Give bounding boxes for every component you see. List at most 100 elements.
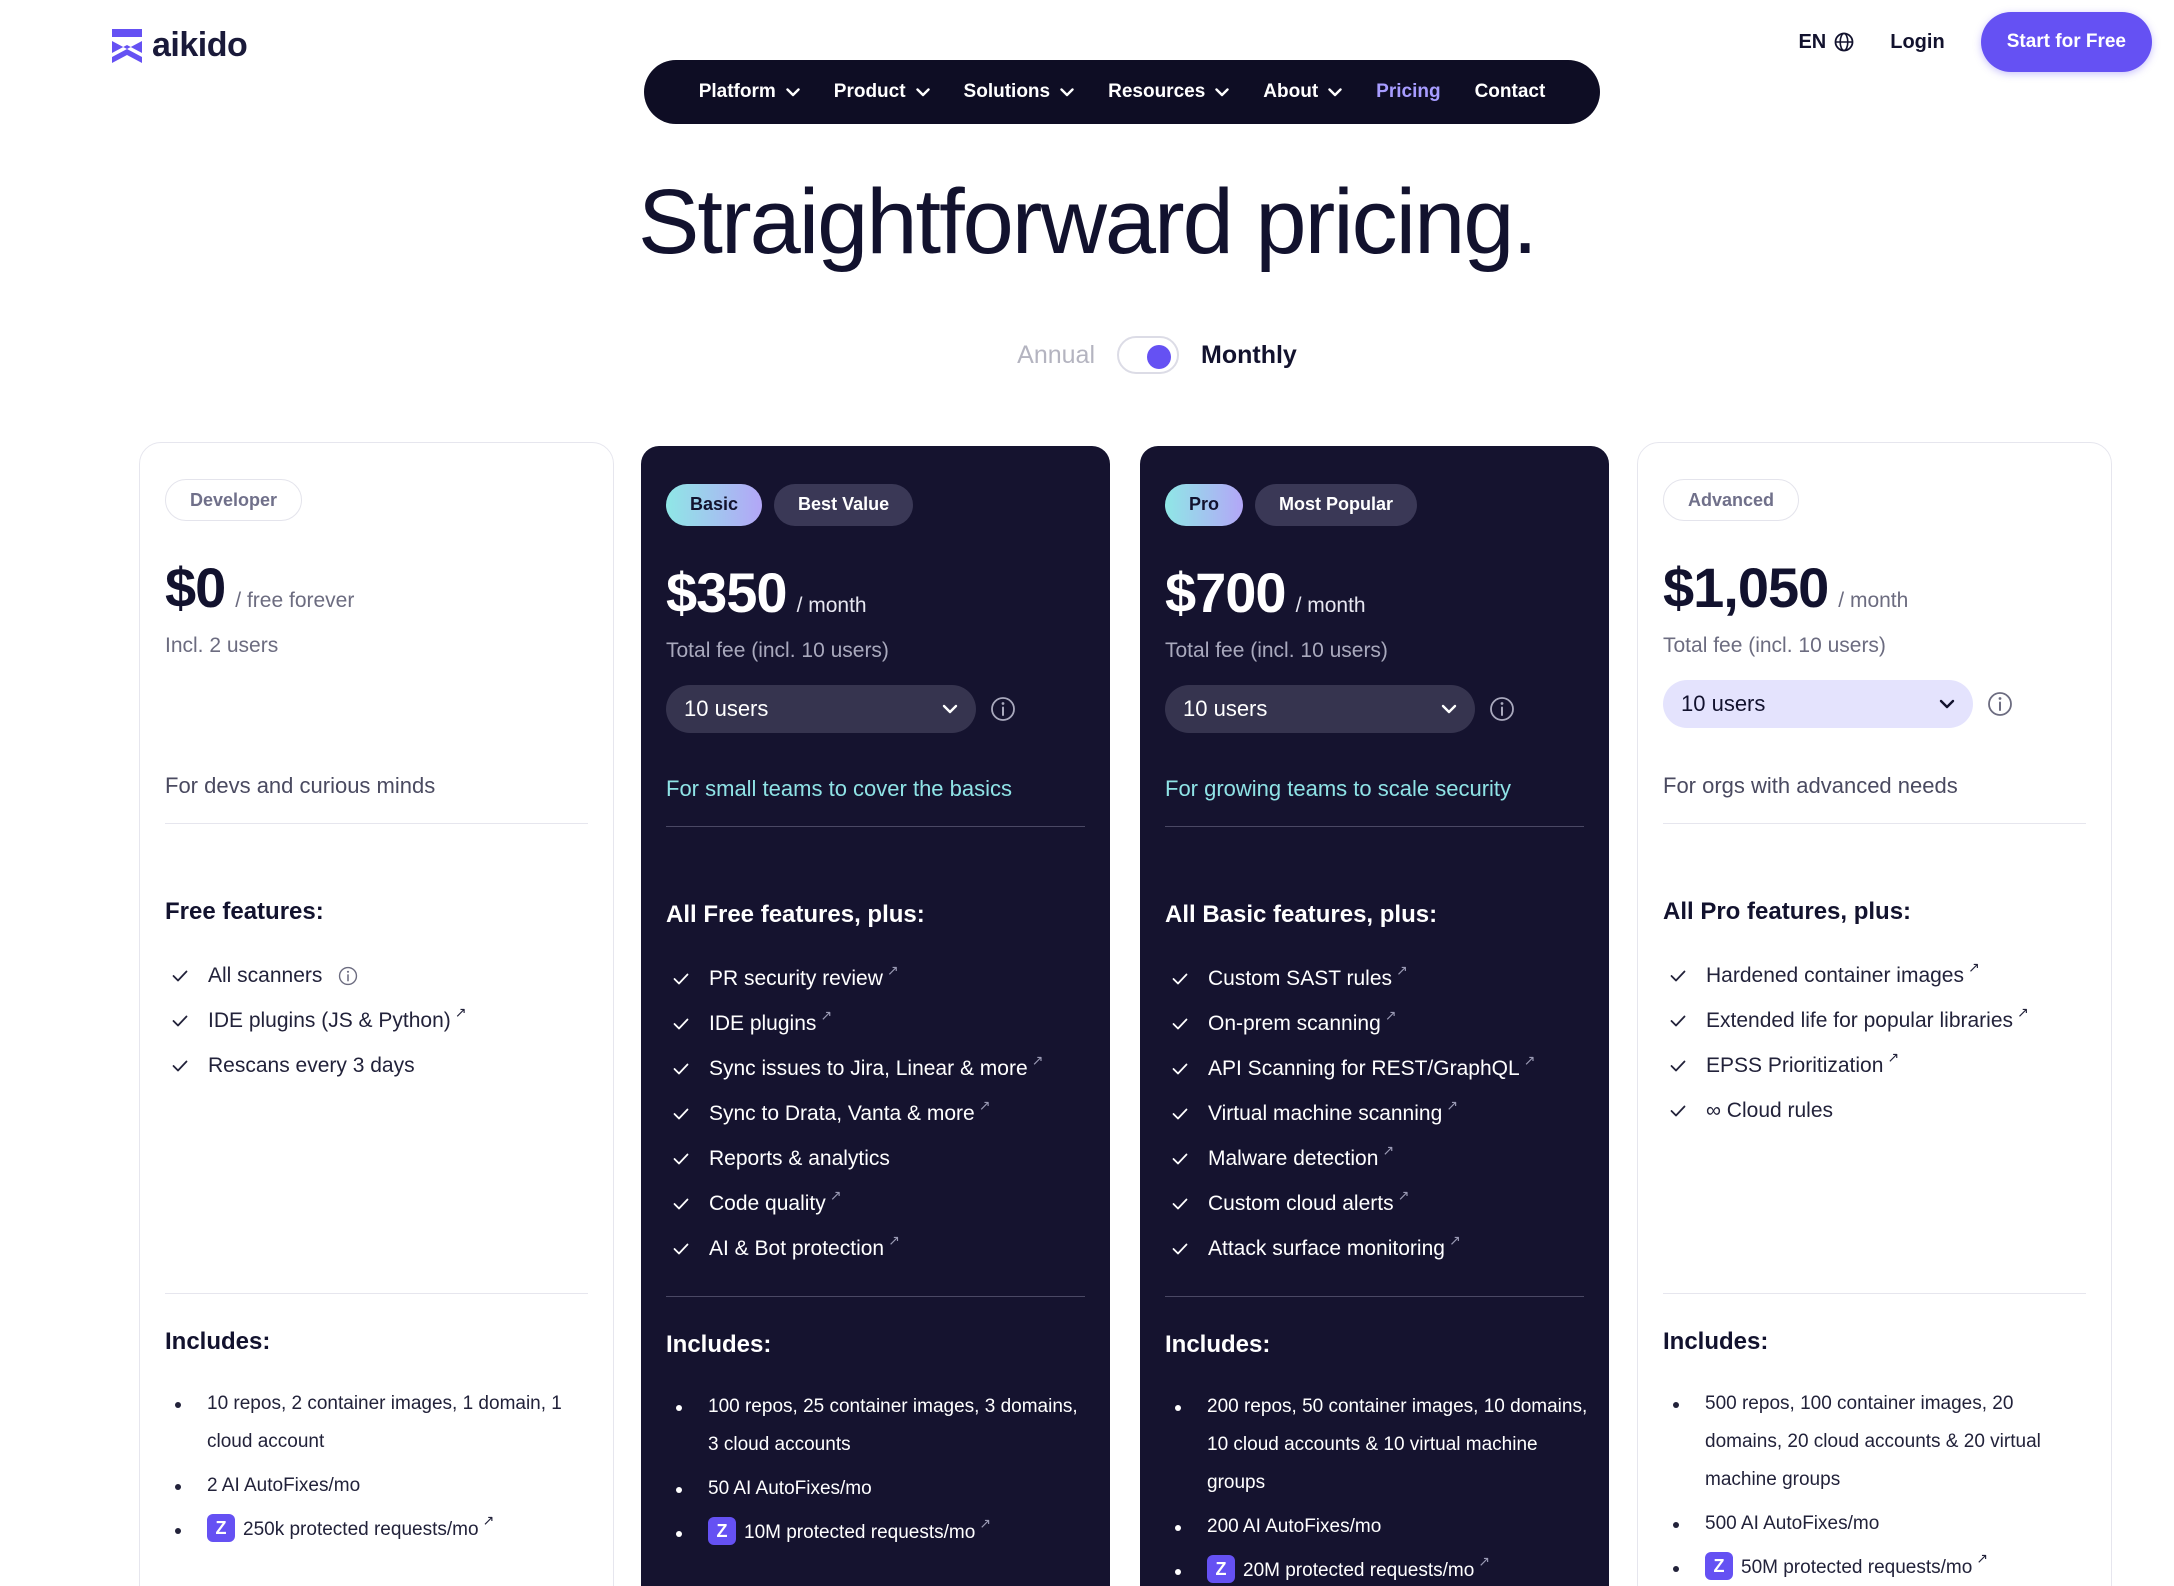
feature-item: ∞ Cloud rules (1670, 1088, 2086, 1133)
external-link-icon: ↗ (888, 1231, 900, 1248)
pricing-card-advanced: Advanced $1,050 / month Total fee (incl. 10… (1637, 442, 2112, 1586)
start-for-free-button[interactable]: Start for Free (1980, 12, 2152, 72)
feature-item[interactable]: IDE plugins (JS & Python) ↗ (172, 998, 588, 1043)
users-select[interactable]: 10 users (666, 685, 976, 733)
check-icon (1670, 1105, 1686, 1116)
feature-item: All scanners (172, 953, 588, 998)
plan-badges: Basic Best Value (666, 484, 1085, 526)
external-link-icon: ↗ (454, 1003, 467, 1020)
includes-item[interactable]: Z 50M protected requests/mo ↗ (1663, 1549, 2091, 1586)
nav-item-pricing[interactable]: Pricing (1376, 81, 1440, 103)
feature-item[interactable]: Malware detection ↗ (1172, 1136, 1584, 1181)
includes-item[interactable]: Z 250k protected requests/mo ↗ (165, 1511, 593, 1549)
nav-item-label: Contact (1474, 81, 1546, 102)
includes-label: 50M protected requests/mo (1741, 1557, 1973, 1578)
feature-item[interactable]: EPSS Prioritization ↗ (1670, 1043, 2086, 1088)
feature-label: On-prem scanning (1208, 1011, 1381, 1035)
feature-item[interactable]: Sync issues to Jira, Linear & more ↗ (673, 1046, 1085, 1091)
external-link-icon: ↗ (979, 1515, 992, 1531)
feature-label: Rescans every 3 days (208, 1053, 415, 1077)
feature-item[interactable]: Hardened container images ↗ (1670, 953, 2086, 998)
feature-item[interactable]: Custom cloud alerts ↗ (1172, 1181, 1584, 1226)
feature-item[interactable]: On-prem scanning ↗ (1172, 1001, 1584, 1046)
logo[interactable]: aikido (112, 26, 248, 65)
includes-item[interactable]: Z 20M protected requests/mo ↗ (1165, 1552, 1589, 1586)
nav-item-resources[interactable]: Resources (1108, 81, 1229, 103)
includes-label: 20M protected requests/mo (1243, 1560, 1475, 1581)
features-title: All Basic features, plus: (1165, 901, 1438, 928)
includes-title: Includes: (165, 1328, 271, 1355)
includes-list: 200 repos, 50 container images, 10 domai… (1165, 1388, 1589, 1586)
check-icon (1172, 973, 1188, 984)
check-icon (1172, 1018, 1188, 1029)
features-list: Hardened container images ↗ Extended life … (1670, 953, 2086, 1133)
check-icon (673, 1153, 689, 1164)
feature-label: Virtual machine scanning (1208, 1101, 1443, 1125)
billing-monthly-label[interactable]: Monthly (1201, 341, 1297, 370)
nav-item-contact[interactable]: Contact (1475, 81, 1546, 103)
feature-item[interactable]: PR security review ↗ (673, 956, 1085, 1001)
billing-annual-label[interactable]: Annual (1017, 341, 1095, 370)
login-link[interactable]: Login (1890, 31, 1944, 54)
feature-item[interactable]: IDE plugins ↗ (673, 1001, 1085, 1046)
billing-toggle[interactable] (1117, 336, 1180, 374)
feature-item[interactable]: API Scanning for REST/GraphQL ↗ (1172, 1046, 1584, 1091)
includes-item: 500 AI AutoFixes/mo (1663, 1505, 2091, 1543)
features-title: All Pro features, plus: (1663, 898, 1912, 925)
nav-item-product[interactable]: Product (834, 81, 930, 103)
feature-item[interactable]: Code quality ↗ (673, 1181, 1085, 1226)
check-icon (172, 970, 188, 981)
plan-subtext: Incl. 2 users (165, 634, 279, 657)
external-link-icon: ↗ (482, 1512, 495, 1528)
price-row: $1,050 / month (1663, 555, 2086, 620)
info-icon[interactable] (1987, 691, 2013, 717)
external-link-icon: ↗ (829, 1186, 842, 1203)
users-select-row: 10 users (666, 685, 1085, 733)
plan-tag-badge: Best Value (774, 484, 914, 526)
feature-item[interactable]: Extended life for popular libraries ↗ (1670, 998, 2086, 1043)
plan-price: $0 (165, 556, 226, 619)
feature-label: Sync issues to Jira, Linear & more (709, 1056, 1028, 1080)
feature-label: Hardened container images (1706, 963, 1964, 987)
nav-item-about[interactable]: About (1263, 81, 1342, 103)
includes-label: 50 AI AutoFixes/mo (708, 1478, 872, 1499)
check-icon (1172, 1198, 1188, 1209)
plan-tagline: For small teams to cover the basics (666, 776, 1085, 827)
users-select[interactable]: 10 users (1165, 685, 1475, 733)
nav-item-solutions[interactable]: Solutions (964, 81, 1075, 103)
check-icon (172, 1060, 188, 1071)
plan-name-badge: Pro (1165, 484, 1244, 526)
plan-name-badge: Advanced (1663, 479, 1800, 521)
check-icon (1172, 1243, 1188, 1254)
language-label: EN (1798, 30, 1827, 53)
external-link-icon: ↗ (1397, 1186, 1410, 1203)
users-select[interactable]: 10 users (1663, 680, 1973, 728)
info-icon[interactable] (1489, 696, 1515, 722)
external-link-icon: ↗ (1384, 1006, 1397, 1023)
includes-item: 50 AI AutoFixes/mo (666, 1470, 1090, 1508)
chevron-down-icon (786, 87, 800, 96)
feature-item[interactable]: Attack surface monitoring ↗ (1172, 1226, 1584, 1271)
check-icon (673, 973, 689, 984)
check-icon (673, 1243, 689, 1254)
header-actions: EN Login Start for Free (1798, 12, 2152, 72)
feature-item[interactable]: Virtual machine scanning ↗ (1172, 1091, 1584, 1136)
feature-item[interactable]: Custom SAST rules ↗ (1172, 956, 1584, 1001)
includes-item[interactable]: Z 10M protected requests/mo ↗ (666, 1514, 1090, 1552)
users-select-value: 10 users (1183, 696, 1268, 721)
feature-label: All scanners (208, 963, 323, 987)
zen-firewall-icon: Z (1705, 1551, 1733, 1580)
plan-badges: Developer (165, 479, 588, 521)
external-link-icon: ↗ (1382, 1141, 1395, 1158)
feature-item[interactable]: Sync to Drata, Vanta & more ↗ (673, 1091, 1085, 1136)
feature-item[interactable]: AI & Bot protection ↗ (673, 1226, 1085, 1271)
users-select-value: 10 users (1681, 691, 1766, 716)
feature-label: Extended life for popular libraries (1706, 1008, 2014, 1032)
includes-item: 200 AI AutoFixes/mo (1165, 1508, 1589, 1546)
language-selector[interactable]: EN (1798, 31, 1854, 54)
features-title: All Free features, plus: (666, 901, 925, 928)
info-icon[interactable] (338, 966, 358, 986)
feature-label: Sync to Drata, Vanta & more (709, 1101, 975, 1125)
info-icon[interactable] (990, 696, 1016, 722)
nav-item-platform[interactable]: Platform (699, 81, 800, 103)
